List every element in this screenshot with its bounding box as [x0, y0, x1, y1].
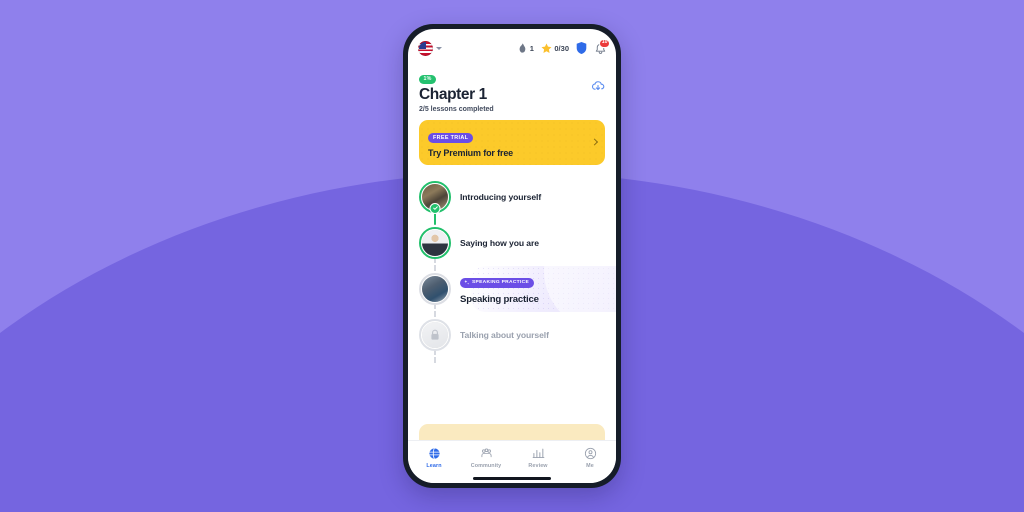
home-indicator: [473, 477, 551, 480]
review-chart-icon: [532, 448, 544, 459]
phone-mockup: 1 0/30 10 1% Chapter 1 2/5 lessons compl…: [403, 24, 621, 488]
premium-banner[interactable]: FREE TRIAL Try Premium for free: [419, 119, 605, 165]
speaking-practice-content: SPEAKING PRACTICE Speaking practice: [460, 273, 539, 306]
streak-value: 1: [529, 43, 534, 53]
lesson-label: Introducing yourself: [460, 191, 542, 202]
status-metrics: 1 0/30 10: [518, 38, 610, 55]
tab-label: Review: [528, 462, 548, 469]
lesson-avatar[interactable]: [419, 318, 451, 351]
points-value: 0/30: [554, 43, 569, 53]
next-lesson-peek-card[interactable]: [419, 424, 605, 440]
speaking-practice-badge: SPEAKING PRACTICE: [460, 278, 535, 288]
tab-label: Community: [470, 462, 502, 469]
page-title: Chapter 1: [419, 85, 487, 103]
tab-label: Me: [586, 462, 594, 469]
notifications-button[interactable]: 10: [594, 38, 610, 55]
lesson-label: Speaking practice: [460, 294, 539, 306]
avatar: [421, 228, 449, 257]
us-flag-icon: [418, 40, 433, 56]
progress-badge: 1%: [419, 74, 437, 84]
tab-me[interactable]: Me: [564, 447, 616, 469]
lesson-avatar[interactable]: [419, 272, 451, 305]
lesson-label: Saying how you are: [460, 237, 539, 248]
lock-icon: [430, 329, 441, 341]
check-icon: [432, 206, 438, 211]
tab-learn[interactable]: Learn: [408, 447, 460, 469]
tab-review[interactable]: Review: [512, 447, 564, 469]
premium-banner-wrap: FREE TRIAL Try Premium for free: [408, 119, 616, 165]
lesson-list: Introducing yourself Saying how you are: [408, 165, 616, 440]
points-counter[interactable]: 0/30: [541, 42, 569, 54]
streak-counter[interactable]: 1: [518, 42, 534, 54]
lesson-avatar[interactable]: [419, 226, 451, 259]
free-trial-pill: FREE TRIAL: [428, 132, 474, 143]
premium-banner-title: Try Premium for free: [428, 147, 514, 158]
lessons-completed-text: 2/5 lessons completed: [419, 105, 494, 113]
lesson-label: Talking about yourself: [460, 329, 549, 340]
list-item[interactable]: SPEAKING PRACTICE Speaking practice: [419, 265, 616, 312]
sparkle-icon: [464, 280, 469, 285]
list-item[interactable]: Saying how you are: [419, 220, 605, 266]
notification-badge: 10: [599, 38, 610, 48]
bottom-navigation: Learn Community Review Me: [408, 440, 616, 483]
status-bar: 1 0/30 10: [408, 29, 616, 67]
flame-icon: [519, 42, 526, 53]
speaking-practice-badge-label: SPEAKING PRACTICE: [472, 280, 530, 286]
tab-community[interactable]: Community: [460, 447, 512, 469]
tab-label: Learn: [426, 462, 442, 469]
avatar: [421, 274, 449, 303]
language-selector[interactable]: [418, 40, 442, 56]
star-icon: [541, 42, 552, 53]
cloud-download-icon[interactable]: [591, 79, 605, 93]
chevron-down-icon: [436, 46, 442, 50]
chapter-header: 1% Chapter 1 2/5 lessons completed: [408, 67, 616, 120]
screenshot-canvas: 1 0/30 10 1% Chapter 1 2/5 lessons compl…: [0, 0, 1024, 512]
globe-icon: [428, 448, 440, 459]
card-blob: [544, 265, 616, 312]
community-icon: [480, 448, 492, 458]
list-item[interactable]: Talking about yourself: [419, 312, 605, 358]
person-icon: [584, 447, 596, 460]
phone-screen: 1 0/30 10 1% Chapter 1 2/5 lessons compl…: [408, 29, 616, 483]
shield-icon[interactable]: [576, 42, 587, 54]
completed-check-badge: [429, 202, 441, 214]
lesson-avatar[interactable]: [419, 180, 451, 214]
list-item[interactable]: Introducing yourself: [419, 174, 605, 220]
